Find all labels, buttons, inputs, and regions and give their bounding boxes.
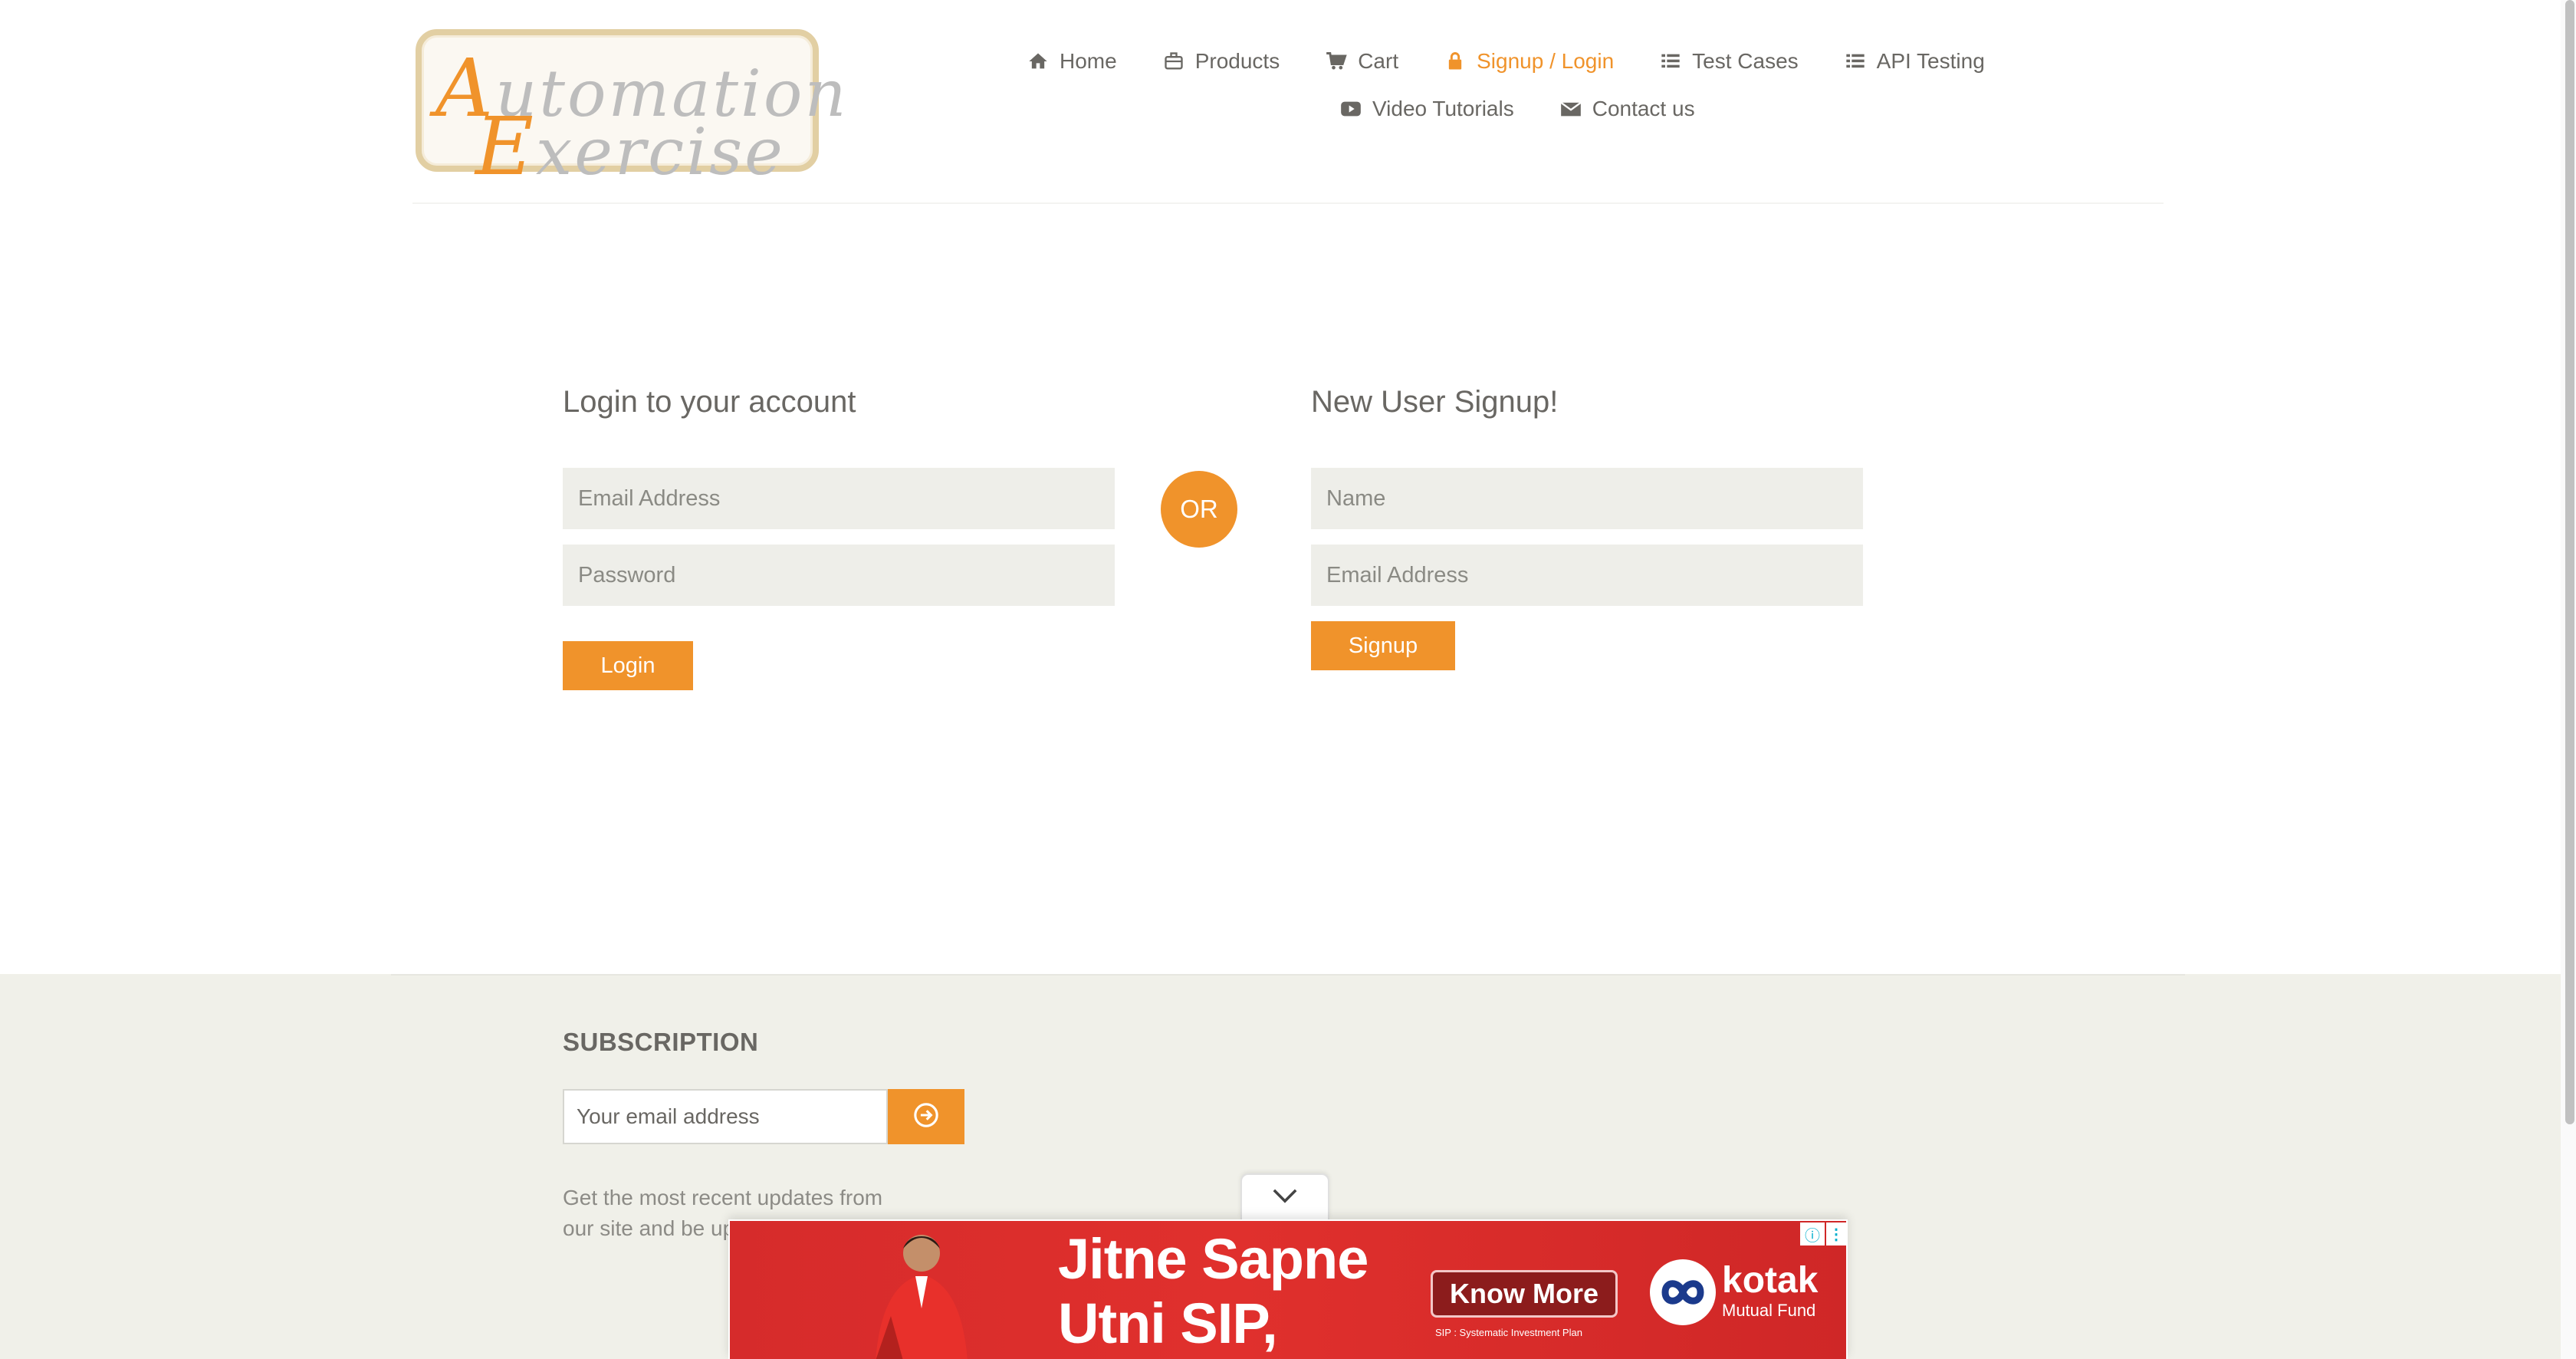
ad-brand-sub: Mutual Fund <box>1722 1301 1816 1320</box>
list-icon <box>1660 51 1681 72</box>
signup-name-field[interactable] <box>1311 468 1863 529</box>
footer-divider <box>391 974 2185 976</box>
signup-email-field[interactable] <box>1311 545 1863 606</box>
youtube-icon <box>1340 98 1362 120</box>
nav-video-tutorials[interactable]: Video Tutorials <box>1340 97 1514 121</box>
ad-fine-print: SIP : Systematic Investment Plan <box>1435 1327 1582 1338</box>
nav-contact-us-label: Contact us <box>1592 97 1695 120</box>
kotak-logo-icon <box>1650 1259 1716 1325</box>
nav-contact-us[interactable]: Contact us <box>1560 97 1695 121</box>
site-logo[interactable]: Automation Exercise <box>416 29 846 193</box>
site-header: Automation Exercise Home Products Cart S… <box>0 0 2576 204</box>
nav-test-cases-label: Test Cases <box>1692 49 1799 73</box>
nav-video-tutorials-label: Video Tutorials <box>1372 97 1514 120</box>
nav-home-label: Home <box>1060 49 1117 73</box>
ad-info-icon[interactable]: ⓘ <box>1800 1222 1825 1245</box>
login-password-field[interactable] <box>563 545 1115 606</box>
ad-more-options-icon[interactable]: ⋮ <box>1826 1222 1846 1245</box>
login-email-field[interactable] <box>563 468 1115 529</box>
ad-headline-2: Utni SIP, <box>1058 1292 1278 1355</box>
main-nav: Home Products Cart Signup / Login Test C… <box>1027 43 2039 127</box>
subscription-title: SUBSCRIPTION <box>563 1028 759 1056</box>
briefcase-icon <box>1163 51 1184 72</box>
lock-icon <box>1444 51 1466 72</box>
nav-test-cases[interactable]: Test Cases <box>1660 49 1799 74</box>
subscription-email-field[interactable] <box>563 1089 888 1144</box>
arrow-circle-right-icon <box>913 1102 939 1132</box>
home-icon <box>1027 51 1049 72</box>
login-button[interactable]: Login <box>563 641 693 690</box>
login-title: Login to your account <box>563 385 856 419</box>
ad-collapse-toggle[interactable] <box>1240 1173 1329 1219</box>
nav-api-testing-label: API Testing <box>1876 49 1985 73</box>
envelope-icon <box>1560 98 1582 120</box>
cart-icon <box>1326 51 1347 72</box>
ad-know-more-button[interactable]: Know More <box>1431 1270 1618 1318</box>
nav-products-label: Products <box>1194 49 1280 73</box>
nav-cart[interactable]: Cart <box>1326 49 1398 74</box>
chevron-down-icon <box>1272 1187 1298 1208</box>
or-badge: OR <box>1161 471 1237 548</box>
nav-products[interactable]: Products <box>1163 49 1280 74</box>
ad-brand-name: kotak <box>1722 1260 1819 1301</box>
list-icon <box>1845 51 1866 72</box>
signup-button[interactable]: Signup <box>1311 621 1455 670</box>
nav-signup-login-label: Signup / Login <box>1477 49 1615 73</box>
nav-cart-label: Cart <box>1358 49 1399 73</box>
nav-signup-login[interactable]: Signup / Login <box>1444 49 1614 74</box>
signup-title: New User Signup! <box>1311 385 1559 419</box>
scrollbar-thumb[interactable] <box>2565 0 2574 1124</box>
header-divider <box>412 202 2164 204</box>
ad-banner[interactable]: Jitne Sapne Utni SIP, Know More SIP : Sy… <box>728 1219 1848 1359</box>
logo-text-cap-2: E <box>475 100 536 193</box>
subscribe-button[interactable] <box>888 1089 964 1144</box>
logo-text-2: xercise <box>535 114 785 189</box>
nav-api-testing[interactable]: API Testing <box>1845 49 1985 74</box>
ad-person-image <box>845 1226 998 1359</box>
ad-headline-1: Jitne Sapne <box>1058 1227 1368 1291</box>
nav-home[interactable]: Home <box>1027 49 1117 74</box>
